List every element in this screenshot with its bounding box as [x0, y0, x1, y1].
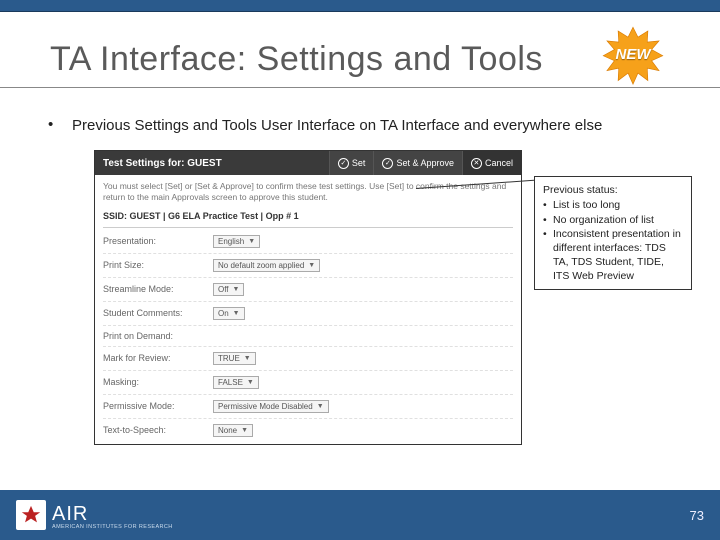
check-icon: ✓ [338, 158, 349, 169]
setting-label: Student Comments: [103, 308, 213, 318]
setting-value: Permissive Mode Disabled [218, 402, 313, 411]
setting-select[interactable]: Off ▼ [213, 283, 244, 296]
set-label: Set [352, 158, 366, 168]
chevron-down-icon: ▼ [233, 286, 240, 293]
callout-item-text: No organization of list [553, 213, 654, 227]
chevron-down-icon: ▼ [241, 427, 248, 434]
set-button[interactable]: ✓ Set [329, 151, 374, 175]
cancel-label: Cancel [485, 158, 513, 168]
chevron-down-icon: ▼ [244, 355, 251, 362]
setting-row: Print Size: No default zoom applied ▼ [103, 254, 513, 278]
setting-label: Masking: [103, 377, 213, 387]
slide-title: TA Interface: Settings and Tools [50, 40, 680, 79]
callout-item-text: List is too long [553, 198, 620, 212]
set-approve-label: Set & Approve [396, 158, 454, 168]
callout-list: •List is too long•No organization of lis… [543, 198, 683, 283]
setting-value: Off [218, 285, 229, 294]
callout-item: •Inconsistent presentation in different … [543, 227, 683, 284]
setting-value: On [218, 309, 229, 318]
bullet-marker: • [543, 227, 553, 284]
chevron-down-icon: ▼ [248, 238, 255, 245]
setting-value: No default zoom applied [218, 261, 304, 270]
setting-row: Mark for Review: TRUE ▼ [103, 347, 513, 371]
setting-row: Streamline Mode: Off ▼ [103, 278, 513, 302]
new-badge-label: NEW [602, 46, 664, 63]
bullet-marker: • [48, 116, 72, 136]
setting-value: None [218, 426, 237, 435]
air-logo: AIR AMERICAN INSTITUTES FOR RESEARCH [16, 500, 173, 530]
logo-text: AIR [52, 504, 173, 524]
setting-label: Print on Demand: [103, 331, 213, 341]
setting-row: Presentation: English ▼ [103, 230, 513, 254]
callout-box: Previous status: •List is too long•No or… [534, 176, 692, 290]
close-icon: ✕ [471, 158, 482, 169]
setting-label: Print Size: [103, 260, 213, 270]
chevron-down-icon: ▼ [308, 262, 315, 269]
setting-value: FALSE [218, 378, 243, 387]
settings-screenshot: Test Settings for: GUEST ✓ Set ✓ Set & A… [94, 150, 522, 444]
setting-select[interactable]: On ▼ [213, 307, 245, 320]
footer-bar: AIR AMERICAN INSTITUTES FOR RESEARCH 73 [0, 490, 720, 540]
setting-label: Mark for Review: [103, 353, 213, 363]
ssid-line: SSID: GUEST | G6 ELA Practice Test | Opp… [103, 207, 513, 228]
bullet-marker: • [543, 213, 553, 227]
callout-item: •List is too long [543, 198, 683, 212]
setting-value: English [218, 237, 244, 246]
bullet-row: • Previous Settings and Tools User Inter… [0, 88, 720, 146]
chevron-down-icon: ▼ [317, 403, 324, 410]
instruction-text: You must select [Set] or [Set & Approve]… [103, 181, 513, 202]
setting-select[interactable]: No default zoom applied ▼ [213, 259, 320, 272]
check-icon: ✓ [382, 158, 393, 169]
setting-label: Permissive Mode: [103, 401, 213, 411]
page-number: 73 [690, 508, 704, 523]
setting-row: Text-to-Speech: None ▼ [103, 419, 513, 442]
logo-subtext: AMERICAN INSTITUTES FOR RESEARCH [52, 525, 173, 531]
screenshot-title: Test Settings for: GUEST [95, 158, 329, 169]
chevron-down-icon: ▼ [247, 379, 254, 386]
setting-row: Masking: FALSE ▼ [103, 371, 513, 395]
title-area: TA Interface: Settings and Tools NEW [0, 12, 720, 88]
screenshot-body: You must select [Set] or [Set & Approve]… [95, 175, 521, 443]
setting-value: TRUE [218, 354, 240, 363]
bullet-text: Previous Settings and Tools User Interfa… [72, 116, 602, 136]
set-approve-button[interactable]: ✓ Set & Approve [373, 151, 462, 175]
setting-label: Text-to-Speech: [103, 425, 213, 435]
setting-label: Streamline Mode: [103, 284, 213, 294]
top-accent-bar [0, 0, 720, 12]
callout-item: •No organization of list [543, 213, 683, 227]
callout-item-text: Inconsistent presentation in different i… [553, 227, 683, 284]
bullet-marker: • [543, 198, 553, 212]
callout-heading: Previous status: [543, 183, 683, 197]
chevron-down-icon: ▼ [233, 310, 240, 317]
setting-label: Presentation: [103, 236, 213, 246]
cancel-button[interactable]: ✕ Cancel [462, 151, 521, 175]
setting-row: Student Comments: On ▼ [103, 302, 513, 326]
setting-row: Permissive Mode:Permissive Mode Disabled… [103, 395, 513, 419]
screenshot-area: Test Settings for: GUEST ✓ Set ✓ Set & A… [94, 150, 688, 444]
setting-row: Print on Demand: [103, 326, 513, 347]
setting-select[interactable]: English ▼ [213, 235, 260, 248]
screenshot-header: Test Settings for: GUEST ✓ Set ✓ Set & A… [95, 151, 521, 175]
logo-mark-icon [16, 500, 46, 530]
setting-select[interactable]: TRUE ▼ [213, 352, 256, 365]
setting-select[interactable]: None ▼ [213, 424, 253, 437]
header-buttons: ✓ Set ✓ Set & Approve ✕ Cancel [329, 151, 521, 175]
new-badge: NEW [602, 26, 664, 88]
setting-select[interactable]: Permissive Mode Disabled ▼ [213, 400, 329, 413]
setting-select[interactable]: FALSE ▼ [213, 376, 259, 389]
